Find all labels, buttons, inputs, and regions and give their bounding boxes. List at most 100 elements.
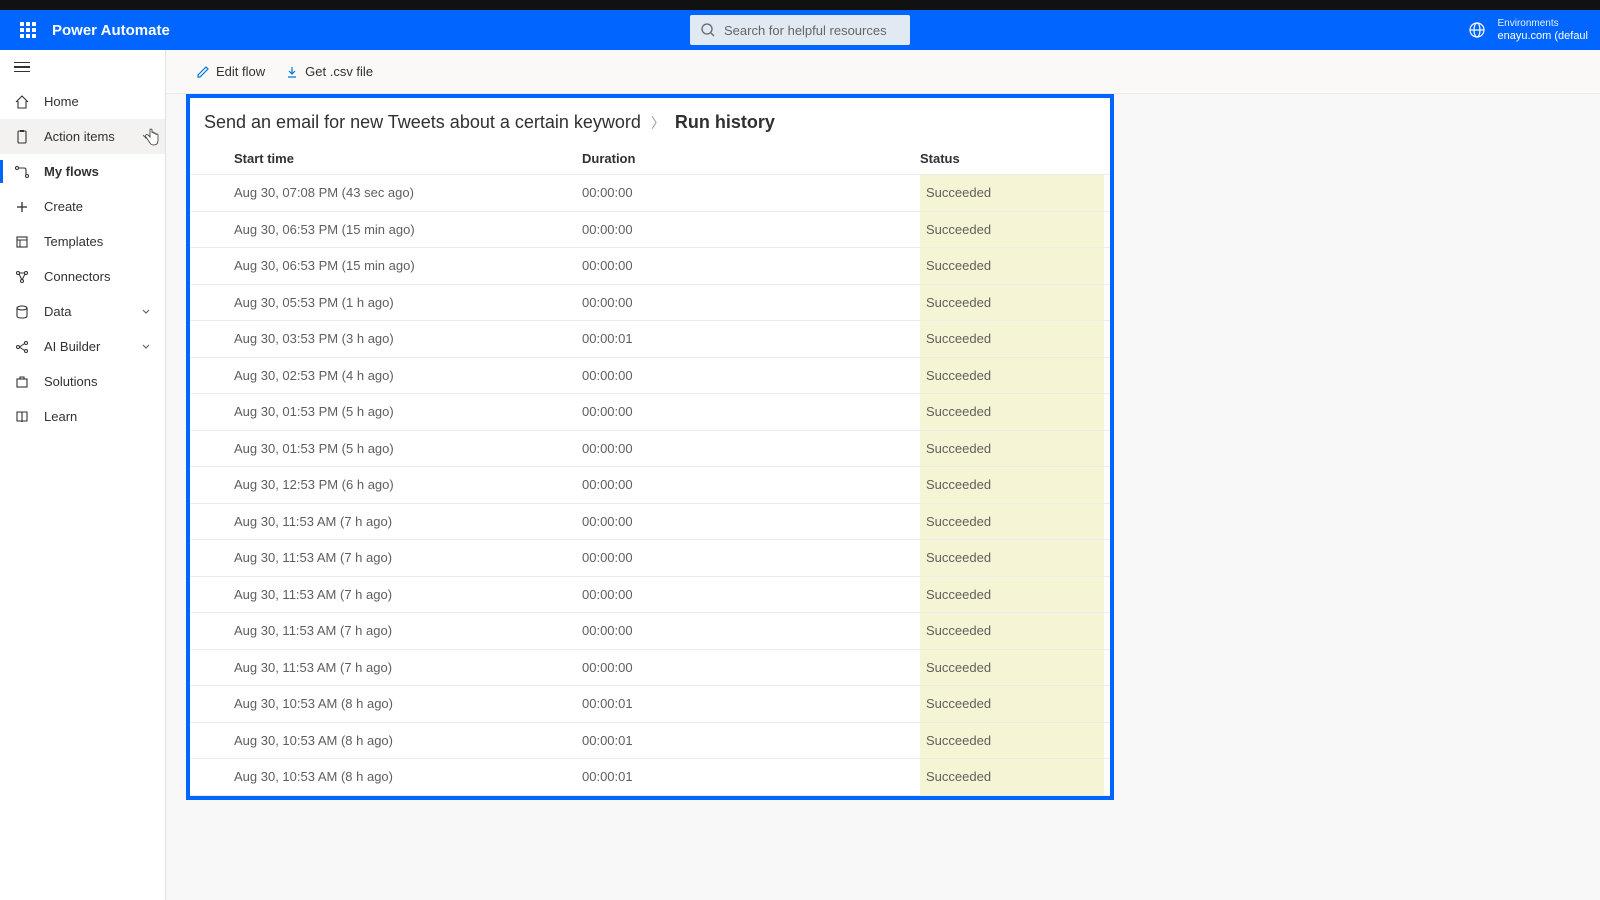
cell-status: Succeeded bbox=[920, 175, 1104, 211]
command-bar: Edit flow Get .csv file bbox=[166, 50, 1600, 94]
sidebar-item-connectors[interactable]: Connectors bbox=[0, 259, 165, 294]
templates-icon bbox=[14, 234, 30, 250]
edit-icon bbox=[196, 65, 210, 79]
sidebar-item-templates[interactable]: Templates bbox=[0, 224, 165, 259]
cell-duration: 00:00:01 bbox=[582, 769, 920, 784]
cell-start-time: Aug 30, 11:53 AM (7 h ago) bbox=[234, 514, 582, 529]
sidebar-toggle[interactable] bbox=[0, 50, 165, 84]
breadcrumb-flow-name[interactable]: Send an email for new Tweets about a cer… bbox=[204, 112, 641, 133]
table-row[interactable]: Aug 30, 12:53 PM (6 h ago)00:00:00Succee… bbox=[190, 467, 1110, 504]
sidebar-item-label: Data bbox=[44, 304, 71, 319]
table-row[interactable]: Aug 30, 03:53 PM (3 h ago)00:00:01Succee… bbox=[190, 321, 1110, 358]
sidebar-item-label: Create bbox=[44, 199, 83, 214]
table-row[interactable]: Aug 30, 11:53 AM (7 h ago)00:00:00Succee… bbox=[190, 577, 1110, 614]
cell-duration: 00:00:01 bbox=[582, 696, 920, 711]
cell-start-time: Aug 30, 05:53 PM (1 h ago) bbox=[234, 295, 582, 310]
cell-start-time: Aug 30, 06:53 PM (15 min ago) bbox=[234, 258, 582, 273]
data-icon bbox=[14, 304, 30, 320]
table-row[interactable]: Aug 30, 06:53 PM (15 min ago)00:00:00Suc… bbox=[190, 212, 1110, 249]
run-history-panel: Send an email for new Tweets about a cer… bbox=[186, 94, 1114, 800]
table-row[interactable]: Aug 30, 11:53 AM (7 h ago)00:00:00Succee… bbox=[190, 504, 1110, 541]
table-row[interactable]: Aug 30, 10:53 AM (8 h ago)00:00:01Succee… bbox=[190, 723, 1110, 760]
table-row[interactable]: Aug 30, 07:08 PM (43 sec ago)00:00:00Suc… bbox=[190, 175, 1110, 212]
cell-duration: 00:00:00 bbox=[582, 404, 920, 419]
sidebar-item-label: AI Builder bbox=[44, 339, 100, 354]
cell-duration: 00:00:00 bbox=[582, 185, 920, 200]
chevron-right-icon: 〉 bbox=[651, 113, 665, 133]
cell-status: Succeeded bbox=[920, 613, 1104, 649]
cell-duration: 00:00:00 bbox=[582, 222, 920, 237]
cell-start-time: Aug 30, 03:53 PM (3 h ago) bbox=[234, 331, 582, 346]
brand-title: Power Automate bbox=[52, 22, 170, 39]
table-row[interactable]: Aug 30, 10:53 AM (8 h ago)00:00:01Succee… bbox=[190, 686, 1110, 723]
run-history-table: Start time Duration Status Aug 30, 07:08… bbox=[190, 143, 1110, 796]
cell-start-time: Aug 30, 11:53 AM (7 h ago) bbox=[234, 660, 582, 675]
header-status[interactable]: Status bbox=[920, 151, 1110, 166]
hamburger-icon bbox=[14, 62, 30, 73]
download-icon bbox=[285, 65, 299, 79]
cell-status: Succeeded bbox=[920, 650, 1104, 686]
cell-start-time: Aug 30, 11:53 AM (7 h ago) bbox=[234, 550, 582, 565]
chevron-down-icon bbox=[141, 307, 151, 317]
table-row[interactable]: Aug 30, 11:53 AM (7 h ago)00:00:00Succee… bbox=[190, 650, 1110, 687]
sidebar-item-label: Templates bbox=[44, 234, 103, 249]
cell-start-time: Aug 30, 10:53 AM (8 h ago) bbox=[234, 769, 582, 784]
sidebar-item-action-items[interactable]: Action items bbox=[0, 119, 165, 154]
sidebar-item-my-flows[interactable]: My flows bbox=[0, 154, 165, 189]
header-duration[interactable]: Duration bbox=[582, 151, 920, 166]
chevron-down-icon bbox=[141, 342, 151, 352]
cell-duration: 00:00:00 bbox=[582, 477, 920, 492]
sidebar-item-solutions[interactable]: Solutions bbox=[0, 364, 165, 399]
cell-duration: 00:00:00 bbox=[582, 368, 920, 383]
table-row[interactable]: Aug 30, 10:53 AM (8 h ago)00:00:01Succee… bbox=[190, 759, 1110, 796]
table-row[interactable]: Aug 30, 01:53 PM (5 h ago)00:00:00Succee… bbox=[190, 394, 1110, 431]
table-row[interactable]: Aug 30, 11:53 AM (7 h ago)00:00:00Succee… bbox=[190, 613, 1110, 650]
table-row[interactable]: Aug 30, 11:53 AM (7 h ago)00:00:00Succee… bbox=[190, 540, 1110, 577]
header-start-time[interactable]: Start time bbox=[234, 151, 582, 166]
app-header: Power Automate Environments enayu.com (d… bbox=[0, 10, 1600, 50]
sidebar: Home Action items My flows Create Templates C… bbox=[0, 50, 166, 900]
table-row[interactable]: Aug 30, 06:53 PM (15 min ago)00:00:00Suc… bbox=[190, 248, 1110, 285]
cell-duration: 00:00:01 bbox=[582, 733, 920, 748]
cell-duration: 00:00:00 bbox=[582, 550, 920, 565]
sidebar-item-data[interactable]: Data bbox=[0, 294, 165, 329]
breadcrumb-current: Run history bbox=[675, 112, 775, 133]
sidebar-item-label: Action items bbox=[44, 129, 115, 144]
browser-strip bbox=[0, 0, 1600, 10]
sidebar-item-home[interactable]: Home bbox=[0, 84, 165, 119]
edit-flow-button[interactable]: Edit flow bbox=[196, 64, 265, 79]
environment-label: Environments bbox=[1498, 17, 1589, 30]
sidebar-item-label: Home bbox=[44, 94, 79, 109]
cell-start-time: Aug 30, 06:53 PM (15 min ago) bbox=[234, 222, 582, 237]
search-input[interactable] bbox=[690, 15, 910, 45]
solutions-icon bbox=[14, 374, 30, 390]
cell-start-time: Aug 30, 10:53 AM (8 h ago) bbox=[234, 733, 582, 748]
cell-start-time: Aug 30, 02:53 PM (4 h ago) bbox=[234, 368, 582, 383]
cell-status: Succeeded bbox=[920, 759, 1104, 795]
connectors-icon bbox=[14, 269, 30, 285]
action-items-icon bbox=[14, 129, 30, 145]
cell-status: Succeeded bbox=[920, 431, 1104, 467]
cell-duration: 00:00:00 bbox=[582, 623, 920, 638]
table-row[interactable]: Aug 30, 02:53 PM (4 h ago)00:00:00Succee… bbox=[190, 358, 1110, 395]
get-csv-button[interactable]: Get .csv file bbox=[285, 64, 373, 79]
cell-status: Succeeded bbox=[920, 577, 1104, 613]
sidebar-item-ai-builder[interactable]: AI Builder bbox=[0, 329, 165, 364]
cell-status: Succeeded bbox=[920, 394, 1104, 430]
cell-status: Succeeded bbox=[920, 504, 1104, 540]
environment-picker[interactable]: Environments enayu.com (defaul bbox=[1498, 17, 1589, 43]
cell-duration: 00:00:00 bbox=[582, 295, 920, 310]
cell-start-time: Aug 30, 12:53 PM (6 h ago) bbox=[234, 477, 582, 492]
cell-duration: 00:00:00 bbox=[582, 514, 920, 529]
sidebar-item-learn[interactable]: Learn bbox=[0, 399, 165, 434]
home-icon bbox=[14, 94, 30, 110]
sidebar-item-create[interactable]: Create bbox=[0, 189, 165, 224]
table-row[interactable]: Aug 30, 05:53 PM (1 h ago)00:00:00Succee… bbox=[190, 285, 1110, 322]
search-wrap bbox=[690, 15, 910, 45]
table-row[interactable]: Aug 30, 01:53 PM (5 h ago)00:00:00Succee… bbox=[190, 431, 1110, 468]
app-launcher-button[interactable] bbox=[8, 10, 48, 50]
edit-flow-label: Edit flow bbox=[216, 64, 265, 79]
cell-duration: 00:00:00 bbox=[582, 587, 920, 602]
environment-icon[interactable] bbox=[1468, 21, 1486, 39]
cell-status: Succeeded bbox=[920, 358, 1104, 394]
